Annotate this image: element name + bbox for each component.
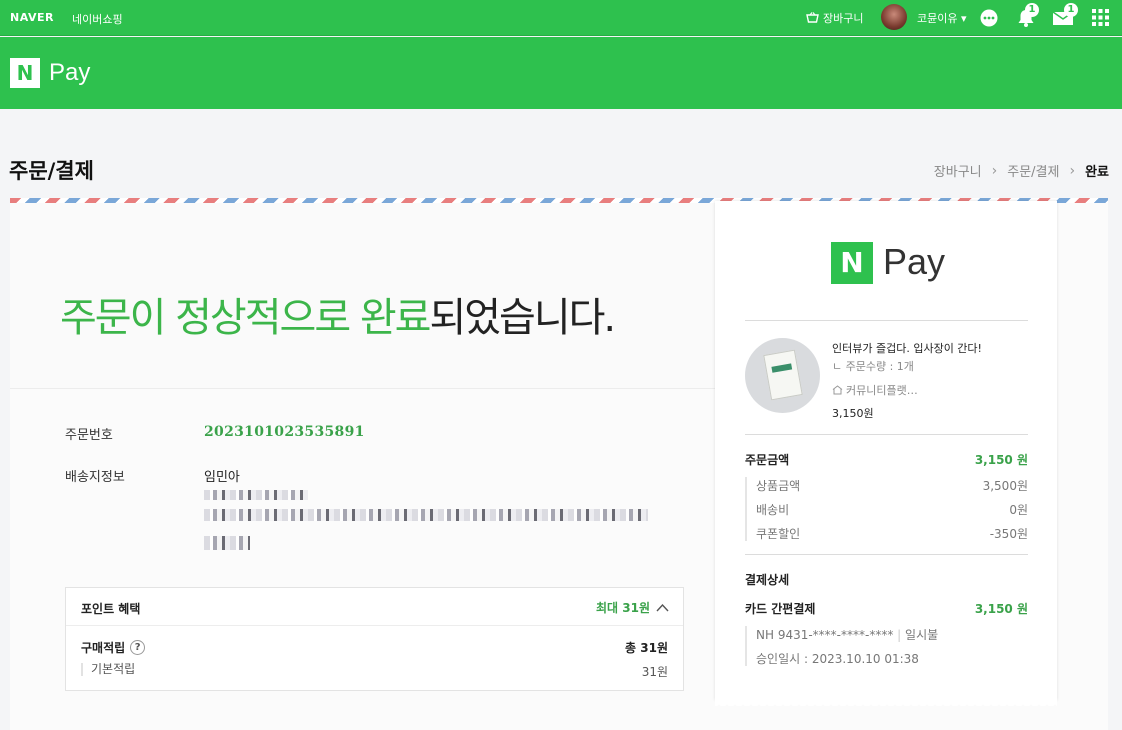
card-payment-label: 카드 간편결제 [745, 602, 816, 616]
alarm-badge: 1 [1025, 3, 1039, 17]
recipient-name: 임민아 [204, 470, 240, 485]
product-quantity: ㄴ 주문수량 : 1개 [832, 360, 914, 373]
product-amount-row: 상품금액 3,500원 [745, 477, 1028, 494]
chevron-right-icon: › [1069, 162, 1076, 179]
receipt-card: N Pay 인터뷰가 즐겁다. 입사장이 간다! ㄴ 주문수량 : 1개 커뮤니… [715, 201, 1057, 706]
sub-bar [745, 626, 747, 666]
blurred-phone [204, 490, 308, 500]
naver-shopping-link[interactable]: 네이버쇼핑 [72, 11, 123, 27]
installment: 일시불 [905, 628, 939, 642]
breadcrumb-complete: 완료 [1085, 165, 1109, 180]
store-icon [832, 385, 843, 395]
separator: | [897, 628, 906, 642]
approval-time: 승인일시 : 2023.10.10 01:38 [756, 652, 919, 666]
shipping-info-label: 배송지정보 [65, 470, 125, 485]
point-benefit-header[interactable]: 포인트 혜택 최대 31원 [66, 588, 683, 626]
product-thumbnail[interactable] [745, 338, 820, 413]
book-cover-image [763, 349, 803, 401]
shipping-fee-label: 배송비 [756, 503, 790, 517]
card-payment-row: 카드 간편결제 3,150 원 [745, 600, 1028, 617]
receipt-npay-pay-logo: Pay [883, 241, 946, 282]
blurred-memo [204, 536, 250, 550]
purchase-reward-total: 총 31원 [625, 641, 668, 655]
point-benefit-panel: 포인트 혜택 최대 31원 구매적립 ? 총 31원 기본적립 31원 [65, 587, 684, 691]
blurred-address [204, 509, 648, 521]
order-amount-label: 주문금액 [745, 453, 790, 467]
order-amount-value: 3,150 원 [974, 453, 1028, 467]
point-max-value: 최대 31원 [596, 601, 650, 615]
point-benefit-title: 포인트 혜택 [81, 602, 141, 616]
coupon-row: 쿠폰할인 -350원 [745, 525, 1028, 542]
product-amount-value: 3,500원 [982, 479, 1028, 493]
card-payment-value: 3,150 원 [974, 602, 1028, 616]
divider [745, 554, 1028, 555]
headline-green: 주문이 정상적으로 완료 [60, 295, 431, 341]
purchase-reward-label: 구매적립 [81, 641, 126, 655]
breadcrumb-cart: 장바구니 [933, 165, 982, 180]
cart-link[interactable]: 장바구니 [806, 10, 863, 26]
avatar[interactable] [881, 4, 907, 30]
user-menu[interactable]: 코뮨이유 ▾ [917, 10, 967, 26]
apps-grid-icon[interactable] [1092, 9, 1109, 26]
order-amount-row: 주문금액 3,150 원 [745, 451, 1028, 468]
product-amount-label: 상품금액 [756, 479, 801, 493]
npay-n-logo[interactable]: N [10, 58, 40, 88]
breadcrumb-checkout: 주문/결제 [1007, 165, 1060, 180]
page-title: 주문/결제 [9, 159, 94, 183]
card-number-line: NH 9431-****-****-**** | 일시불 [756, 626, 938, 643]
divider [745, 320, 1028, 321]
npay-pay-logo[interactable]: Pay [49, 59, 90, 87]
cart-icon [806, 12, 819, 23]
receipt-torn-edge [715, 700, 1057, 706]
global-nav-bar: NAVER 네이버쇼핑 장바구니 코뮨이유 ▾ 1 1 [0, 0, 1122, 36]
help-icon[interactable]: ? [130, 640, 146, 655]
coupon-value: -350원 [989, 527, 1028, 541]
npay-header: N Pay [0, 37, 1122, 109]
breadcrumb: 장바구니 › 주문/결제 › 완료 [933, 161, 1109, 181]
order-number[interactable]: 2023101023535891 [204, 424, 365, 440]
purchase-reward: 구매적립 ? [81, 639, 146, 656]
product-shop-name: 커뮤니티플랫… [846, 384, 918, 397]
product-title[interactable]: 인터뷰가 즐겁다. 입사장이 간다! [832, 340, 982, 356]
point-max: 최대 31원 [596, 599, 669, 616]
shipping-fee-value: 0원 [1009, 503, 1028, 517]
user-name: 코뮨이유 [917, 12, 958, 25]
chevron-down-icon: ▾ [960, 12, 967, 25]
receipt-npay-n-logo: N [831, 242, 873, 284]
product-price: 3,150원 [832, 407, 874, 420]
product-shop[interactable]: 커뮤니티플랫… [832, 382, 918, 398]
coupon-label: 쿠폰할인 [756, 527, 801, 541]
cart-label: 장바구니 [823, 12, 864, 25]
chevron-right-icon: › [991, 162, 998, 179]
shipping-fee-row: 배송비 0원 [745, 501, 1028, 518]
order-number-label: 주문번호 [65, 428, 113, 443]
basic-reward-value: 31원 [641, 665, 668, 679]
divider [745, 434, 1028, 435]
card-number: NH 9431-****-****-**** [756, 628, 894, 642]
headline-rest: 되었습니다. [429, 295, 616, 341]
naver-logo[interactable]: NAVER [10, 11, 54, 24]
payment-detail-title: 결제상세 [745, 573, 790, 587]
basic-reward-label: 기본적립 [81, 663, 135, 676]
talk-icon[interactable] [979, 8, 999, 28]
chevron-up-icon [656, 603, 669, 611]
complete-headline: 주문이 정상적으로 완료되었습니다. [60, 285, 616, 343]
mail-badge: 1 [1064, 3, 1078, 17]
